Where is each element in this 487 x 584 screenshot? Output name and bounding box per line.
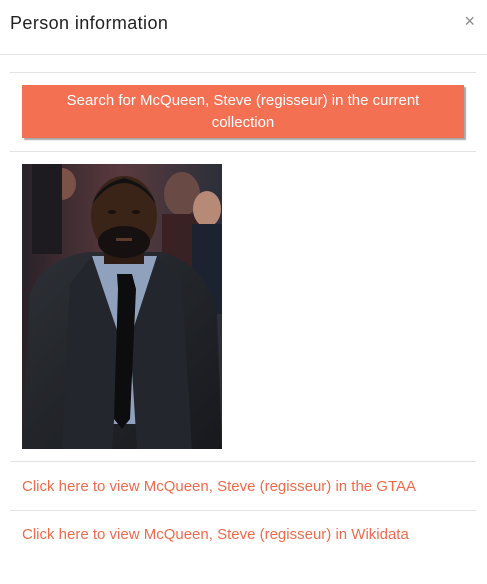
search-collection-button[interactable]: Search for McQueen, Steve (regisseur) in… <box>22 85 464 138</box>
divider <box>10 151 476 152</box>
dialog-title: Person information <box>10 13 169 33</box>
close-icon[interactable]: × <box>464 11 475 31</box>
wikidata-link[interactable]: Click here to view McQueen, Steve (regis… <box>22 526 409 543</box>
divider <box>10 510 476 511</box>
person-information-dialog: Person information × Search for McQueen,… <box>0 0 487 584</box>
divider <box>10 72 476 73</box>
person-photo <box>22 164 222 449</box>
divider <box>10 461 476 462</box>
gtaa-link[interactable]: Click here to view McQueen, Steve (regis… <box>22 478 416 495</box>
dialog-header: Person information × <box>0 0 487 55</box>
